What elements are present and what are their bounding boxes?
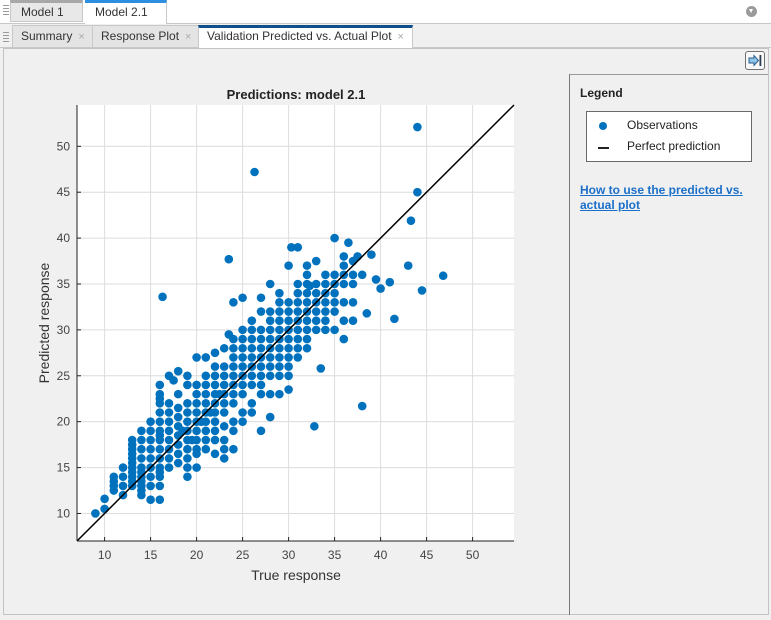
tab-label: Response Plot: [101, 29, 180, 43]
document-tab-bar: Model 1 Model 2.1: [0, 0, 771, 24]
arrow-right-to-bar-icon: [748, 54, 762, 67]
tab-label: Summary: [21, 29, 73, 43]
legend-title: Legend: [580, 86, 623, 100]
tab-bar-grip-icon[interactable]: [3, 30, 9, 44]
help-link[interactable]: How to use the predicted vs. actual plot: [580, 183, 760, 213]
tab-bar-grip-icon[interactable]: [3, 3, 9, 17]
collapse-legend-button[interactable]: [745, 51, 765, 70]
doc-tab-label: Model 2.1: [95, 5, 148, 19]
close-icon[interactable]: ×: [185, 31, 191, 43]
legend-panel: Legend Observations Perfect prediction H…: [569, 74, 768, 615]
tab-validation-predicted-vs-actual[interactable]: Validation Predicted vs. Actual Plot ×: [198, 25, 413, 49]
tab-summary[interactable]: Summary ×: [12, 25, 94, 47]
legend-label: Perfect prediction: [627, 139, 721, 153]
legend-item-observations: Observations: [587, 117, 751, 135]
doc-tab-model-2-1[interactable]: Model 2.1: [85, 0, 167, 24]
tab-label: Validation Predicted vs. Actual Plot: [207, 29, 392, 43]
doc-tab-label: Model 1: [21, 5, 64, 19]
close-icon[interactable]: ×: [78, 31, 84, 43]
tab-response-plot[interactable]: Response Plot ×: [92, 25, 201, 47]
observation-dot-icon: [599, 122, 607, 130]
legend-label: Observations: [627, 118, 698, 132]
line-icon: [598, 147, 609, 149]
legend-box: Observations Perfect prediction: [586, 111, 752, 162]
close-icon[interactable]: ×: [398, 31, 404, 43]
legend-item-perfect-prediction: Perfect prediction: [587, 138, 751, 156]
plot-tab-bar: Summary × Response Plot × Validation Predi…: [0, 24, 771, 49]
dropdown-circle-icon[interactable]: [746, 6, 757, 17]
doc-tab-model-1[interactable]: Model 1: [10, 0, 83, 22]
